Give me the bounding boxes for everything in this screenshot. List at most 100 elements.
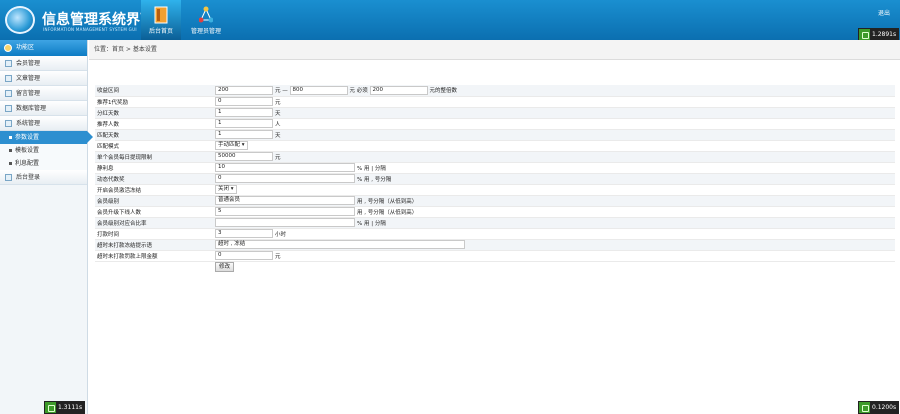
text-input[interactable]: 1 — [215, 108, 273, 117]
sidebar-sub-template[interactable]: 模板设置 — [0, 144, 87, 157]
sidebar-item-messages[interactable]: 留言管理 — [0, 86, 87, 101]
field-label: 会员升级下线人数 — [95, 206, 215, 218]
field-label: 开启会员激活冻结 — [95, 184, 215, 196]
range-multiple-input[interactable]: 200 — [369, 85, 428, 95]
timer-icon — [45, 402, 56, 413]
unit-text: 元 必须 — [349, 88, 368, 95]
folder-icon — [5, 75, 12, 82]
form-row: 超时未打款冻结提示语 超时 , 冻结 — [95, 239, 895, 251]
breadcrumb: 位置：首页 > 基本设置 — [89, 40, 900, 60]
unit-text: 天 — [275, 132, 281, 139]
range-min-input[interactable]: 200 — [215, 85, 273, 95]
bullet-icon — [9, 149, 12, 152]
top-header: 信息管理系统界面 INFORMATION MANAGEMENT SYSTEM G… — [0, 0, 900, 40]
text-input[interactable]: 10 — [215, 163, 355, 172]
timer-value: 1.3111s — [58, 404, 83, 411]
sidebar: 功能区 会员管理 文章管理 留言管理 数据库管理 系统管理 参数设置 模板设置 … — [0, 40, 93, 414]
sidebar-item-database[interactable]: 数据库管理 — [0, 101, 87, 116]
text-input[interactable]: 3 — [215, 229, 273, 238]
form-row: 匹配天数 1天 — [95, 129, 895, 141]
unit-text: % 用 | 分隔 — [357, 220, 386, 227]
field-label: 推荐1代奖励 — [95, 96, 215, 108]
form-row: 推荐人数 1人 — [95, 118, 895, 130]
unit-text: 元 — [275, 99, 281, 106]
tab-home[interactable]: 后台首页 — [141, 0, 181, 40]
field-label: 单个会员每日提现限制 — [95, 151, 215, 163]
text-input[interactable]: 0 — [215, 251, 273, 260]
text-input[interactable]: 普通会员 — [215, 196, 355, 205]
tab-admin-label: 管理员管理 — [190, 28, 221, 35]
sidebar-sub-label: 参数设置 — [15, 134, 40, 141]
form-row: 单个会员每日提现限制 50000 元 — [95, 151, 895, 163]
exit-link[interactable]: 退出 — [878, 8, 890, 17]
text-input[interactable]: 50000 — [215, 152, 273, 161]
unit-text: 元 — [275, 253, 281, 260]
app-subtitle: INFORMATION MANAGEMENT SYSTEM GUI — [43, 27, 137, 32]
field-label: 匹配模式 — [95, 140, 215, 152]
sidebar-item-login[interactable]: 后台登录 — [0, 170, 87, 185]
form-row: 静利息 10% 用 | 分隔 — [95, 162, 895, 174]
field-label: 超时未打款冻结提示语 — [95, 239, 215, 251]
text-input[interactable]: 1 — [215, 130, 273, 139]
form-row: 超时未打款罚款上限金额 0元 — [95, 250, 895, 262]
app-title: 信息管理系统界面 — [42, 12, 154, 28]
folder-icon — [5, 105, 12, 112]
text-input[interactable]: 超时 , 冻结 — [215, 240, 465, 249]
unit-text: % 用 | 分隔 — [357, 165, 386, 172]
form-row-range: 收益区间 200 元 — 800 元 必须 200 元的整倍数 — [95, 85, 895, 97]
range-max-input[interactable]: 800 — [289, 85, 348, 95]
form-row: 会员级别 普通会员用 , 号分隔（从低到高） — [95, 195, 895, 207]
field-label: 静利息 — [95, 162, 215, 174]
sidebar-item-label: 系统管理 — [16, 120, 41, 127]
field-label: 动态代数奖 — [95, 173, 215, 185]
unit-text: 人 — [275, 121, 281, 128]
bullet-icon — [9, 162, 12, 165]
sidebar-item-articles[interactable]: 文章管理 — [0, 71, 87, 86]
timer-badge-bottom-right: 0.1200s — [858, 401, 900, 414]
unit-text: 天 — [275, 110, 281, 117]
text-input[interactable]: 5 — [215, 207, 355, 216]
timer-value: 0.1200s — [872, 404, 897, 411]
field-label: 会员级别对应合比率 — [95, 217, 215, 229]
sidebar-item-label: 留言管理 — [16, 90, 41, 97]
field-label: 超时未打款罚款上限金额 — [95, 250, 215, 262]
select-value: 关闭 — [218, 186, 230, 192]
text-input[interactable]: 0 — [215, 174, 355, 183]
freeze-select[interactable]: 关闭 ▾ — [215, 185, 237, 194]
sidebar-item-label: 会员管理 — [16, 60, 41, 67]
form-row: 会员级别对应合比率 % 用 | 分隔 — [95, 217, 895, 229]
field-label: 打款时间 — [95, 228, 215, 240]
text-input[interactable] — [215, 218, 355, 227]
sidebar-sub-params[interactable]: 参数设置 — [0, 131, 93, 144]
unit-text: 用 , 号分隔（从低到高） — [357, 198, 418, 205]
logo-icon — [5, 6, 35, 34]
folder-icon — [5, 120, 12, 127]
field-label: 匹配天数 — [95, 129, 215, 141]
unit-text: 元的整倍数 — [429, 88, 458, 95]
chevron-down-icon: ▾ — [241, 142, 245, 148]
field-label: 分红天数 — [95, 107, 215, 119]
unit-text: 元 — — [275, 88, 290, 95]
field-label: 收益区间 — [95, 85, 215, 97]
text-input[interactable]: 1 — [215, 119, 273, 128]
bullet-icon — [9, 136, 12, 139]
settings-form: 收益区间 200 元 — 800 元 必须 200 元的整倍数 推荐1代奖励 0元 分… — [95, 85, 895, 272]
form-row: 匹配模式 手动匹配 ▾ — [95, 140, 895, 152]
match-mode-select[interactable]: 手动匹配 ▾ — [215, 141, 248, 150]
sidebar-head-label: 功能区 — [16, 44, 35, 51]
select-value: 手动匹配 — [218, 142, 241, 148]
unit-text: % 用 , 号分隔 — [357, 176, 392, 183]
form-row-submit: 修改 — [95, 261, 895, 272]
sidebar-sub-interest[interactable]: 利息配置 — [0, 157, 87, 170]
sidebar-item-members[interactable]: 会员管理 — [0, 56, 87, 71]
book-icon — [154, 6, 168, 24]
text-input[interactable]: 0 — [215, 97, 273, 106]
sidebar-item-label: 文章管理 — [16, 75, 41, 82]
form-row: 推荐1代奖励 0元 — [95, 96, 895, 108]
submit-button[interactable]: 修改 — [215, 261, 235, 272]
folder-icon — [5, 60, 12, 67]
tab-home-label: 后台首页 — [148, 28, 173, 35]
sidebar-item-label: 后台登录 — [16, 174, 41, 181]
tab-admin[interactable]: 管理员管理 — [184, 0, 228, 40]
sidebar-item-system[interactable]: 系统管理 — [0, 116, 87, 131]
